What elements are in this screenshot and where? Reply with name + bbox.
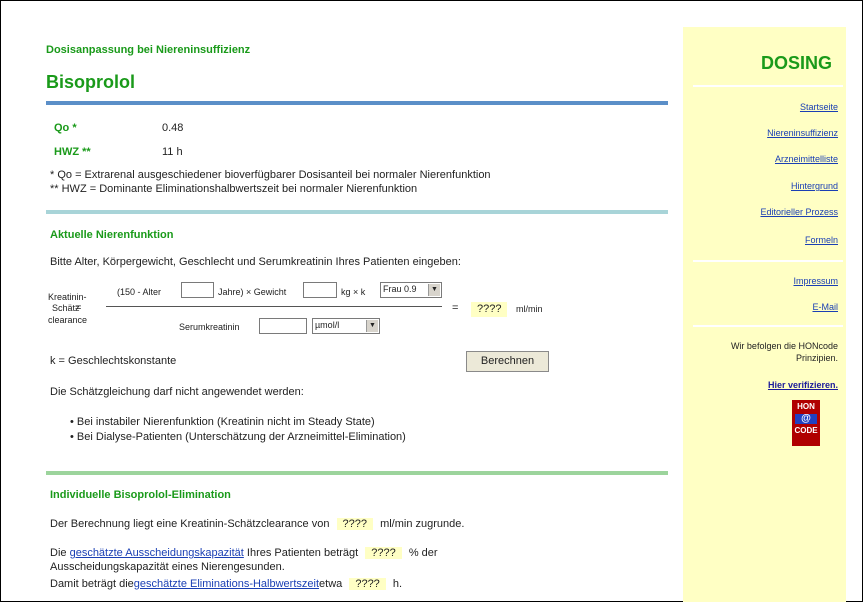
indiv-capacity-value: ???? <box>365 547 402 559</box>
nav-email[interactable]: E-Mail <box>812 302 838 312</box>
hon-logo-bottom: CODE <box>794 426 818 435</box>
calculate-button[interactable]: Berechnen <box>466 351 549 372</box>
link-halbwertszeit[interactable]: geschätzte Eliminations-Halbwertszeit <box>134 578 319 590</box>
page-subtitle: Dosisanpassung bei Niereninsuffizienz <box>46 44 251 56</box>
indiv-line-3: Ausscheidungskapazität eines Nierengesun… <box>50 561 285 573</box>
serum-label: Serumkreatinin <box>179 322 240 332</box>
indiv-line-2-pre: Die <box>50 547 67 559</box>
indiv-line-1-post: ml/min zugrunde. <box>380 518 465 530</box>
sex-select-value: Frau 0.9 <box>383 284 417 294</box>
section-aktuell-heading: Aktuelle Nierenfunktion <box>50 229 174 241</box>
weight-input[interactable] <box>303 282 337 298</box>
indiv-line-4: Damit beträgt diegeschätzte Eliminations… <box>50 577 402 592</box>
clearance-unit: ml/min <box>516 304 543 314</box>
nav-impressum[interactable]: Impressum <box>793 276 838 286</box>
kreat-label-3: clearance <box>48 315 88 325</box>
hwz-label: HWZ ** <box>54 146 91 158</box>
bullet-1-text: Bei instabiler Nierenfunktion (Kreatinin… <box>76 416 375 428</box>
serum-unit-value: µmol/l <box>315 320 340 330</box>
qo-value: 0.48 <box>162 122 184 134</box>
bullet-2: • Bei Dialyse-Patienten (Unterschätzung … <box>70 431 406 443</box>
nav-formeln[interactable]: Formeln <box>805 235 838 245</box>
hon-logo-top: HON <box>797 402 815 411</box>
indiv-halflife-value: ???? <box>349 578 386 590</box>
sidebar-divider <box>693 260 843 262</box>
sex-select[interactable]: Frau 0.9 ▼ <box>380 282 442 298</box>
indiv-line-2-mid: Ihres Patienten beträgt <box>246 547 359 559</box>
nav-startseite[interactable]: Startseite <box>800 102 838 112</box>
indiv-line-4-post: h. <box>392 578 403 590</box>
indiv-line-2: Die geschätzte Ausscheidungskapazität Ih… <box>50 546 438 561</box>
kreat-label-1: Kreatinin- <box>48 292 87 302</box>
indiv-line-4-mid: etwa <box>319 578 343 590</box>
section-indiv-heading: Individuelle Bisoprolol-Elimination <box>50 489 231 501</box>
bullet-1: • Bei instabiler Nierenfunktion (Kreatin… <box>70 416 375 428</box>
chevron-down-icon: ▼ <box>366 320 378 332</box>
indiv-line-4-pre: Damit beträgt die <box>50 578 134 590</box>
nav-hintergrund[interactable]: Hintergrund <box>791 181 838 191</box>
chevron-down-icon: ▼ <box>428 284 440 296</box>
aktuell-intro: Bitte Alter, Körpergewicht, Geschlecht u… <box>50 256 461 268</box>
indiv-line-2-post: % der <box>408 547 438 559</box>
clearance-result: ???? <box>471 302 508 317</box>
hon-logo[interactable]: HON @ CODE <box>792 400 820 446</box>
qo-label: Qo * <box>54 122 77 134</box>
drug-title: Bisoprolol <box>46 72 135 92</box>
divider-green <box>46 471 668 475</box>
sidebar-divider <box>693 85 843 87</box>
warning-text: Die Schätzgleichung darf nicht angewende… <box>50 386 304 398</box>
serum-unit-select[interactable]: µmol/l ▼ <box>312 318 380 334</box>
divider-teal <box>46 210 668 214</box>
jahre-text: Jahre) × Gewicht <box>218 287 287 297</box>
equals-1: = <box>75 302 82 314</box>
kg-text: kg × k <box>341 287 366 297</box>
hon-verify-link[interactable]: Hier verifizieren. <box>768 380 838 390</box>
age-input[interactable] <box>181 282 214 298</box>
hon-logo-at-icon: @ <box>795 414 817 424</box>
hon-text-line-1: Wir befolgen die HONcode <box>730 341 838 351</box>
main-content: Dosisanpassung bei Niereninsuffizienz Bi… <box>46 0 668 602</box>
nav-niereninsuffizienz[interactable]: Niereninsuffizienz <box>767 128 838 138</box>
hon-text-line-2: Prinzipien. <box>795 353 838 363</box>
link-ausscheidungskapazitaet[interactable]: geschätzte Ausscheidungskapazität <box>70 547 244 559</box>
alter-prefix: (150 - Alter <box>117 287 162 297</box>
fraction-line <box>106 306 442 307</box>
nav-editorieller-prozess[interactable]: Editorieller Prozess <box>760 207 838 217</box>
serum-input[interactable] <box>259 318 307 334</box>
k-explanation: k = Geschlechtskonstante <box>50 355 177 367</box>
hwz-value: 11 h <box>162 146 183 158</box>
divider-blue <box>46 101 668 105</box>
sidebar: DOSING Startseite Niereninsuffizienz Arz… <box>683 27 846 602</box>
sidebar-title: DOSING <box>760 53 832 73</box>
indiv-line-1: Der Berechnung liegt eine Kreatinin-Schä… <box>50 517 464 532</box>
nav-arzneimittelliste[interactable]: Arzneimittelliste <box>775 154 838 164</box>
note-qo: * Qo = Extrarenal ausgeschiedener biover… <box>50 169 491 181</box>
equals-2: = <box>452 302 459 314</box>
bullet-2-text: Bei Dialyse-Patienten (Unterschätzung de… <box>76 431 406 443</box>
indiv-line-1-pre: Der Berechnung liegt eine Kreatinin-Schä… <box>50 518 330 530</box>
indiv-clearance-value: ???? <box>336 518 373 530</box>
note-hwz: ** HWZ = Dominante Eliminationshalbwerts… <box>50 183 418 195</box>
hon-text: Wir befolgen die HONcode Prinzipien. <box>731 340 838 364</box>
sidebar-divider <box>693 325 843 327</box>
